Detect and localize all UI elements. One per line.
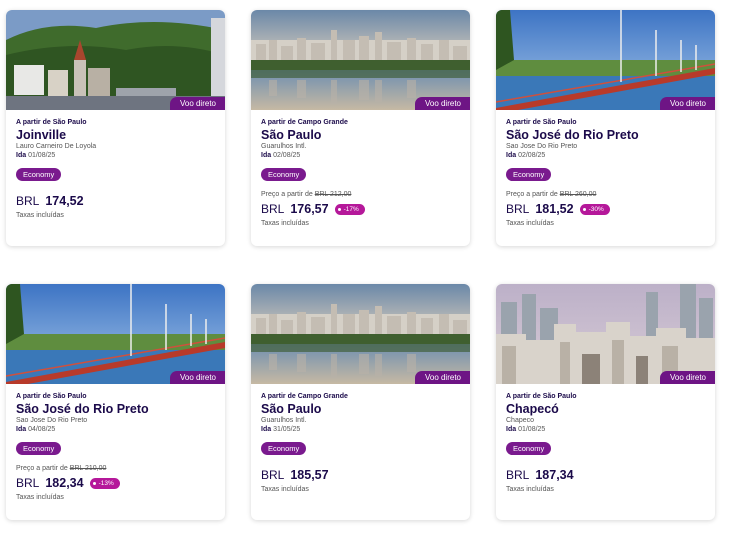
price: 181,52 xyxy=(535,202,574,216)
direct-flight-badge: Voo direto xyxy=(414,97,470,110)
price: 182,34 xyxy=(45,476,84,490)
airport-name: Guarulhos Intl. xyxy=(261,417,307,424)
direct-flight-badge: Voo direto xyxy=(659,97,715,110)
flight-card[interactable]: Voo direto A partir de São Paulo São Jos… xyxy=(496,10,715,246)
cabin-class-badge: Economy xyxy=(16,168,62,181)
price-row: BRL 174,52 xyxy=(16,194,215,208)
direct-flight-badge: Voo direto xyxy=(659,371,715,384)
flight-card[interactable]: Voo direto A partir de Campo Grande São … xyxy=(251,10,470,246)
destination-image: Voo direto xyxy=(6,10,225,110)
discount-tag: -17% xyxy=(334,203,365,215)
price: 176,57 xyxy=(290,202,329,216)
original-price: Preço a partir de BRL 210,00 xyxy=(16,465,107,472)
departure-date: Ida 02/08/25 xyxy=(506,152,546,159)
taxes-note: Taxas incluídas xyxy=(16,494,64,501)
price-row: BRL 185,57 xyxy=(261,468,460,482)
currency: BRL xyxy=(506,468,530,482)
price: 174,52 xyxy=(45,194,84,208)
destination-city: São Paulo xyxy=(261,402,322,416)
destination-city: São José do Rio Preto xyxy=(506,128,639,142)
destination-image: Voo direto xyxy=(496,10,715,110)
price-row: BRL 182,34 -13% xyxy=(16,476,215,490)
cabin-class-badge: Economy xyxy=(506,168,552,181)
flight-card[interactable]: Voo direto A partir de Campo Grande São … xyxy=(251,284,470,520)
direct-flight-badge: Voo direto xyxy=(414,371,470,384)
currency: BRL xyxy=(261,468,285,482)
departure-date: Ida 04/08/25 xyxy=(16,426,56,433)
price: 185,57 xyxy=(290,468,329,482)
cabin-class-badge: Economy xyxy=(16,442,62,455)
cabin-class-badge: Economy xyxy=(261,168,307,181)
original-price: Preço a partir de BRL 260,00 xyxy=(506,191,597,198)
cabin-class-badge: Economy xyxy=(261,442,307,455)
airport-name: Sao Jose Do Rio Preto xyxy=(16,417,88,424)
destination-city: Chapecó xyxy=(506,402,559,416)
destination-image: Voo direto xyxy=(251,10,470,110)
currency: BRL xyxy=(16,476,40,490)
airport-name: Sao Jose Do Rio Preto xyxy=(506,143,578,150)
taxes-note: Taxas incluídas xyxy=(261,486,309,493)
departure-date: Ida 01/08/25 xyxy=(16,152,56,159)
original-price: Preço a partir de BRL 212,00 xyxy=(261,191,352,198)
airport-name: Lauro Carneiro De Loyola xyxy=(16,143,97,150)
origin-label: A partir de São Paulo xyxy=(506,119,577,126)
direct-flight-badge: Voo direto xyxy=(169,371,225,384)
origin-label: A partir de São Paulo xyxy=(16,119,87,126)
airport-name: Chapeco xyxy=(506,417,535,424)
price: 187,34 xyxy=(535,468,574,482)
flight-card[interactable]: Voo direto A partir de São Paulo São Jos… xyxy=(6,284,225,520)
destination-image: Voo direto xyxy=(251,284,470,384)
airport-name: Guarulhos Intl. xyxy=(261,143,307,150)
cabin-class-badge: Economy xyxy=(506,442,552,455)
departure-date: Ida 31/05/25 xyxy=(261,426,301,433)
currency: BRL xyxy=(506,202,530,216)
price-row: BRL 181,52 -30% xyxy=(506,202,705,216)
destination-city: São Paulo xyxy=(261,128,322,142)
origin-label: A partir de Campo Grande xyxy=(261,393,348,400)
destination-image: Voo direto xyxy=(496,284,715,384)
taxes-note: Taxas incluídas xyxy=(506,486,554,493)
currency: BRL xyxy=(16,194,40,208)
currency: BRL xyxy=(261,202,285,216)
flight-card[interactable]: Voo direto A partir de São Paulo Chapecó… xyxy=(496,284,715,520)
taxes-note: Taxas incluídas xyxy=(261,220,309,227)
origin-label: A partir de Campo Grande xyxy=(261,119,348,126)
discount-tag: -13% xyxy=(89,477,120,489)
origin-label: A partir de São Paulo xyxy=(16,393,87,400)
origin-label: A partir de São Paulo xyxy=(506,393,577,400)
destination-image: Voo direto xyxy=(6,284,225,384)
price-row: BRL 176,57 -17% xyxy=(261,202,460,216)
taxes-note: Taxas incluídas xyxy=(16,212,64,219)
destination-city: São José do Rio Preto xyxy=(16,402,149,416)
direct-flight-badge: Voo direto xyxy=(169,97,225,110)
discount-tag: -30% xyxy=(579,203,610,215)
price-row: BRL 187,34 xyxy=(506,468,705,482)
flight-card[interactable]: Voo direto A partir de São Paulo Joinvil… xyxy=(6,10,225,246)
destination-city: Joinville xyxy=(16,128,67,142)
departure-date: Ida 01/08/25 xyxy=(506,426,546,433)
taxes-note: Taxas incluídas xyxy=(506,220,554,227)
departure-date: Ida 02/08/25 xyxy=(261,152,301,159)
